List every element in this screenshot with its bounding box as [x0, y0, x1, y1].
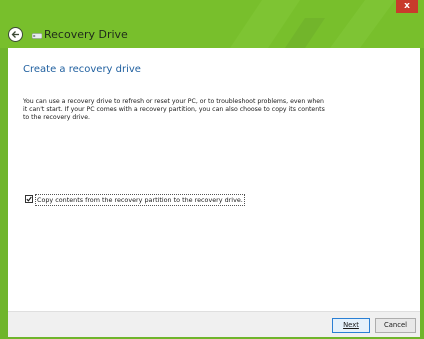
copy-partition-checkbox[interactable] — [25, 195, 33, 203]
dialog-footer: Next Cancel — [8, 311, 420, 337]
next-button[interactable]: Next — [332, 318, 370, 333]
drive-icon — [32, 33, 42, 39]
recovery-drive-window: x Recovery Drive Create a recovery drive… — [0, 0, 424, 339]
back-arrow-icon — [11, 31, 19, 38]
next-button-label: Next — [343, 321, 359, 329]
window-title: Recovery Drive — [44, 28, 128, 41]
description-line: it can't start. If your PC comes with a … — [23, 106, 325, 113]
content-area: Create a recovery drive You can use a re… — [8, 48, 420, 311]
checkmark-icon — [26, 196, 32, 202]
cancel-button[interactable]: Cancel — [375, 318, 416, 333]
close-button[interactable]: x — [396, 0, 418, 13]
copy-partition-label[interactable]: Copy contents from the recovery partitio… — [35, 194, 245, 206]
description-line: You can use a recovery drive to refresh … — [23, 98, 324, 105]
back-button[interactable] — [8, 27, 23, 42]
page-heading: Create a recovery drive — [23, 64, 141, 75]
description-line: to the recovery drive. — [23, 114, 90, 121]
title-bar: x Recovery Drive — [0, 0, 424, 48]
description-text: You can use a recovery drive to refresh … — [23, 98, 363, 122]
